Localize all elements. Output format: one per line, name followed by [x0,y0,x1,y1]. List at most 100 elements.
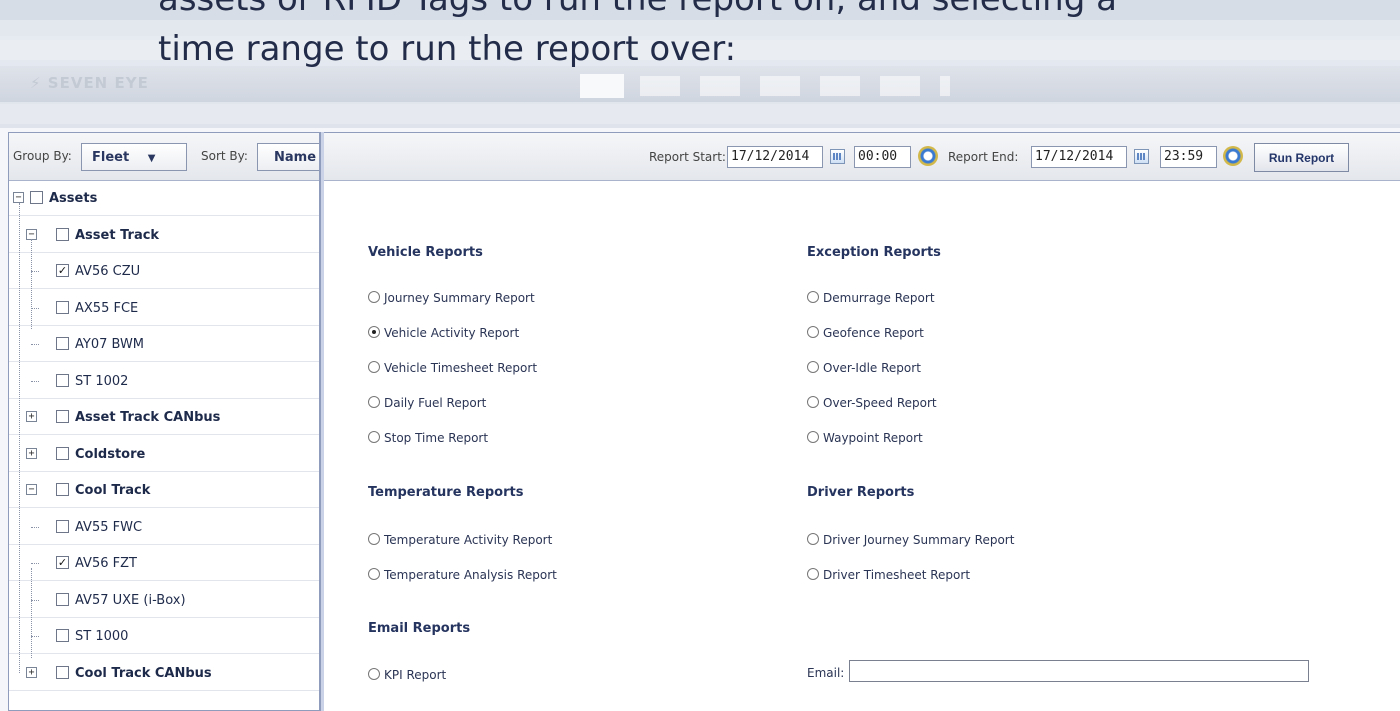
tree-leaf-item[interactable]: AY07 BWM [9,327,319,362]
checkbox[interactable] [56,227,69,241]
report-option[interactable]: Vehicle Timesheet Report [368,361,537,379]
tree-leaf-item[interactable]: ✓ AV56 FZT [9,546,319,581]
radio-button[interactable] [807,396,819,408]
tree-group-item[interactable]: − Asset Track [9,218,319,253]
report-option[interactable]: Vehicle Activity Report [368,326,519,344]
report-option[interactable]: Journey Summary Report [368,291,535,309]
checkbox[interactable] [56,665,69,679]
calendar-icon[interactable] [1134,149,1149,164]
tree-group-item[interactable]: − Assets [9,181,319,216]
tree-item-label: AV56 CZU [75,264,141,279]
checkbox[interactable] [56,483,69,496]
start-date-input[interactable]: 17/12/2014 [727,146,823,168]
email-input[interactable] [849,660,1309,682]
collapse-icon[interactable]: − [26,484,37,495]
tutorial-caption: assets or RFID Tags to run the report on… [158,0,1158,74]
group-by-label: Group By: [13,149,72,163]
report-option-label: Geofence Report [823,326,924,340]
collapse-icon[interactable]: − [26,228,37,240]
tree-group-item[interactable]: + Asset Track CANbus [9,400,319,435]
report-option[interactable]: Geofence Report [807,326,924,344]
tree-item-label: AV56 FZT [75,556,137,571]
start-time-input[interactable]: 00:00 [854,146,911,168]
checkbox[interactable] [56,629,69,642]
report-option[interactable]: Stop Time Report [368,431,488,449]
checkbox[interactable] [56,300,69,314]
report-option-label: Journey Summary Report [384,291,535,305]
report-option-label: Demurrage Report [823,291,935,305]
clock-icon[interactable] [1223,146,1243,166]
tree-group-item[interactable]: + Coldstore [9,437,319,472]
expand-icon[interactable]: + [26,666,37,678]
tree-group-item[interactable]: − Cool Track [9,473,319,508]
radio-button[interactable] [368,533,380,545]
tree-group-item[interactable]: + Cool Track CANbus [9,656,319,691]
tree-leaf-item[interactable]: AV57 UXE (i-Box) [9,583,319,618]
checkbox[interactable] [30,191,43,204]
radio-button[interactable] [807,431,819,443]
radio-button[interactable] [807,568,819,580]
report-option-label: Driver Timesheet Report [823,568,971,582]
checkbox-checked[interactable]: ✓ [56,264,69,277]
tree-connector [31,568,32,658]
radio-button[interactable] [807,533,819,545]
group-by-dropdown[interactable]: Fleet ▼ [81,143,187,171]
report-option[interactable]: Driver Timesheet Report [807,568,970,586]
report-option-label: Stop Time Report [384,431,489,445]
report-option-label: Vehicle Activity Report [384,326,520,340]
report-option-label: Over-Idle Report [823,361,921,375]
expand-icon[interactable]: + [26,447,37,459]
radio-button[interactable] [807,291,819,303]
radio-button[interactable] [807,361,819,373]
report-option[interactable]: Over-Idle Report [807,361,921,379]
report-option[interactable]: Temperature Analysis Report [368,568,557,586]
report-option[interactable]: Driver Journey Summary Report [807,533,1014,551]
app-sub-bar [0,104,1400,124]
radio-button[interactable] [368,668,380,680]
radio-button[interactable] [368,291,380,303]
checkbox[interactable] [56,410,69,423]
report-option-label: Temperature Activity Report [384,533,553,547]
run-report-button[interactable]: Run Report [1254,143,1349,172]
report-option[interactable]: Over-Speed Report [807,396,937,414]
calendar-icon[interactable] [830,149,845,164]
checkbox[interactable] [56,592,69,606]
report-option[interactable]: Temperature Activity Report [368,533,552,551]
checkbox[interactable] [56,446,69,460]
email-label: Email: [807,666,845,680]
sort-by-dropdown[interactable]: Name [257,143,319,171]
tree-leaf-item[interactable]: AX55 FCE [9,291,319,326]
tree-leaf-item[interactable]: ST 1000 [9,619,319,654]
checkbox[interactable] [56,373,69,387]
report-option[interactable]: KPI Report [368,668,446,686]
report-option[interactable]: Demurrage Report [807,291,935,309]
section-heading: Exception Reports [807,245,941,260]
end-date-input[interactable]: 17/12/2014 [1031,146,1127,168]
checkbox[interactable] [56,337,69,350]
expand-icon[interactable]: + [26,411,37,422]
tree-leaf-item[interactable]: ✓ AV56 CZU [9,254,319,289]
tree-leaf-item[interactable]: AV55 FWC [9,510,319,545]
radio-button[interactable] [368,568,380,580]
lightning-icon: ⚡ [30,74,42,92]
end-time-input[interactable]: 23:59 [1160,146,1217,168]
brand-logo: ⚡ SEVEN EYE [30,74,149,92]
section-heading: Vehicle Reports [368,245,483,260]
checkbox-checked[interactable]: ✓ [56,556,69,569]
tree-connector [31,599,39,601]
clock-icon[interactable] [918,146,938,166]
radio-button[interactable] [807,326,819,338]
checkbox[interactable] [56,519,69,533]
report-start-label: Report Start: [649,150,726,164]
radio-selected[interactable] [368,326,380,338]
tree-leaf-item[interactable]: ST 1002 [9,364,319,399]
caption-line-1: assets or RFID Tags to run the report on… [158,0,1158,24]
report-option[interactable]: Waypoint Report [807,431,923,449]
radio-button[interactable] [368,396,380,408]
radio-button[interactable] [368,361,380,373]
collapse-icon[interactable]: − [13,192,24,203]
report-option[interactable]: Daily Fuel Report [368,396,486,414]
report-end-label: Report End: [948,150,1019,164]
tree-connector [31,380,39,382]
radio-button[interactable] [368,431,380,443]
